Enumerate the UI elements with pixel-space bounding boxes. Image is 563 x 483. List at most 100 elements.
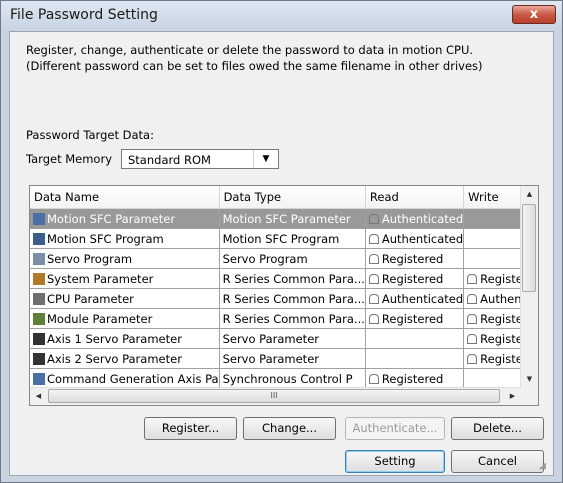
table-row[interactable]: Axis 2 Servo Parameter Servo Parameter Reg… — [30, 348, 538, 369]
data-type-cell: Servo Parameter — [219, 348, 366, 369]
read-status-cell-text: Registered — [381, 371, 444, 386]
data-type-cell: Motion SFC Parameter — [219, 208, 366, 229]
table-row[interactable]: Servo Program Servo Program Registered — [30, 248, 538, 269]
data-name-cell: CPU Parameter — [30, 288, 220, 309]
read-status-cell-text: Registered — [381, 311, 444, 326]
lock-icon — [368, 293, 379, 304]
data-name-cell: Motion SFC Program — [30, 228, 220, 249]
table-row[interactable]: Motion SFC Program Motion SFC Program Auth… — [30, 228, 538, 249]
file-password-setting-dialog: File Password Setting x Register, change… — [0, 0, 563, 483]
data-name-cell-text: Motion SFC Parameter — [47, 211, 176, 226]
target-memory-value: Standard ROM — [128, 153, 211, 167]
data-type-cell-text: Servo Parameter — [222, 331, 319, 346]
close-button[interactable]: x — [512, 5, 556, 24]
read-status-cell-text: Authenticated — [381, 291, 464, 306]
data-name-cell-text: CPU Parameter — [47, 291, 134, 306]
data-type-cell: R Series Common Para... — [219, 268, 366, 289]
lock-icon — [368, 273, 379, 284]
description-line-2: (Different password can be set to files … — [26, 59, 483, 73]
data-name-cell: System Parameter — [30, 268, 220, 289]
lock-icon — [368, 233, 379, 244]
table-row[interactable]: CPU Parameter R Series Common Para... Auth… — [30, 288, 538, 309]
description-text: Register, change, authenticate or delete… — [26, 42, 483, 74]
read-status-cell: Authenticated — [365, 208, 465, 229]
data-name-cell-text: Command Generation Axis Pa — [47, 371, 219, 386]
lock-icon — [368, 213, 379, 224]
data-name-cell: Command Generation Axis Pa — [30, 368, 220, 389]
password-target-table: Data Name Data Type Read Write Motion SF… — [29, 185, 539, 406]
description-line-1: Register, change, authenticate or delete… — [26, 43, 474, 57]
read-status-cell: Registered — [365, 268, 465, 289]
data-file-icon — [33, 312, 45, 325]
horizontal-scrollbar[interactable]: ◀ III ▶ — [30, 387, 521, 405]
column-header-data-name[interactable]: Data Name — [30, 186, 220, 209]
vertical-scroll-thumb[interactable] — [522, 204, 536, 292]
lock-icon — [467, 333, 478, 344]
setting-button[interactable]: Setting — [345, 450, 445, 473]
change-button[interactable]: Change... — [243, 417, 336, 440]
lock-icon — [467, 273, 478, 284]
data-type-cell-text: Synchronous Control P — [222, 371, 353, 386]
data-name-cell-text: Motion SFC Program — [47, 231, 164, 246]
table-row[interactable]: Module Parameter R Series Common Para... R… — [30, 308, 538, 329]
data-file-icon — [33, 272, 45, 285]
register-button[interactable]: Register... — [144, 417, 237, 440]
data-type-cell-text: Servo Program — [222, 251, 308, 266]
read-status-cell: Registered — [365, 308, 465, 329]
data-file-icon — [33, 212, 45, 225]
data-file-icon — [33, 252, 45, 265]
lock-icon — [368, 253, 379, 264]
lock-icon — [467, 353, 478, 364]
data-table: Data Name Data Type Read Write Motion SF… — [30, 186, 538, 389]
data-file-icon — [33, 232, 45, 245]
table-row[interactable]: Axis 1 Servo Parameter Servo Parameter Reg… — [30, 328, 538, 349]
delete-button[interactable]: Delete... — [451, 417, 544, 440]
scroll-up-icon[interactable]: ▲ — [521, 186, 538, 203]
table-row[interactable]: Command Generation Axis Pa Synchronous Co… — [30, 368, 538, 389]
scroll-left-icon[interactable]: ◀ — [30, 388, 47, 405]
scroll-corner — [521, 388, 538, 405]
data-type-cell: Synchronous Control P — [219, 368, 366, 389]
resize-grip-icon[interactable]: ◢ — [539, 461, 551, 473]
lock-icon — [368, 373, 379, 384]
horizontal-scroll-thumb[interactable]: III — [48, 389, 500, 403]
target-memory-select[interactable]: Standard ROM ▼ — [121, 149, 279, 169]
data-name-cell: Axis 2 Servo Parameter — [30, 348, 220, 369]
data-type-cell: Motion SFC Program — [219, 228, 366, 249]
data-type-cell: Servo Parameter — [219, 328, 366, 349]
table-row[interactable]: System Parameter R Series Common Para... R… — [30, 268, 538, 289]
read-status-cell-text: Registered — [381, 271, 444, 286]
authenticate-button[interactable]: Authenticate... — [345, 417, 445, 440]
data-name-cell-text: System Parameter — [47, 271, 154, 286]
read-status-cell: Registered — [365, 368, 465, 389]
scroll-right-icon[interactable]: ▶ — [504, 388, 521, 405]
vertical-scrollbar[interactable]: ▲ ▼ — [520, 186, 538, 388]
table-row[interactable]: Motion SFC Parameter Motion SFC Parameter… — [30, 208, 538, 229]
target-memory-label: Target Memory — [26, 152, 113, 166]
data-file-icon — [33, 352, 45, 365]
data-type-cell-text: R Series Common Para... — [222, 271, 365, 286]
data-type-cell-text: Motion SFC Parameter — [222, 211, 351, 226]
column-header-data-type[interactable]: Data Type — [219, 186, 366, 209]
data-type-cell: R Series Common Para... — [219, 288, 366, 309]
lock-icon — [467, 313, 478, 324]
data-file-icon — [33, 292, 45, 305]
password-target-label: Password Target Data: — [26, 128, 154, 142]
read-status-cell: Registered — [365, 248, 465, 269]
scroll-down-icon[interactable]: ▼ — [521, 371, 538, 388]
chevron-down-icon[interactable]: ▼ — [253, 150, 278, 168]
data-name-cell-text: Axis 2 Servo Parameter — [47, 351, 182, 366]
title-bar[interactable]: File Password Setting x — [1, 1, 562, 31]
data-name-cell-text: Axis 1 Servo Parameter — [47, 331, 182, 346]
data-name-cell: Axis 1 Servo Parameter — [30, 328, 220, 349]
data-type-cell: R Series Common Para... — [219, 308, 366, 329]
data-name-cell-text: Module Parameter — [47, 311, 153, 326]
column-header-read[interactable]: Read — [365, 186, 465, 209]
data-type-cell: Servo Program — [219, 248, 366, 269]
cancel-button[interactable]: Cancel — [451, 450, 544, 473]
data-type-cell-text: Motion SFC Program — [222, 231, 340, 246]
read-status-cell-text: Registered — [381, 251, 444, 266]
dialog-body: Register, change, authenticate or delete… — [9, 31, 554, 476]
data-name-cell: Motion SFC Parameter — [30, 208, 220, 229]
read-status-cell-text: Authenticated — [381, 211, 464, 226]
